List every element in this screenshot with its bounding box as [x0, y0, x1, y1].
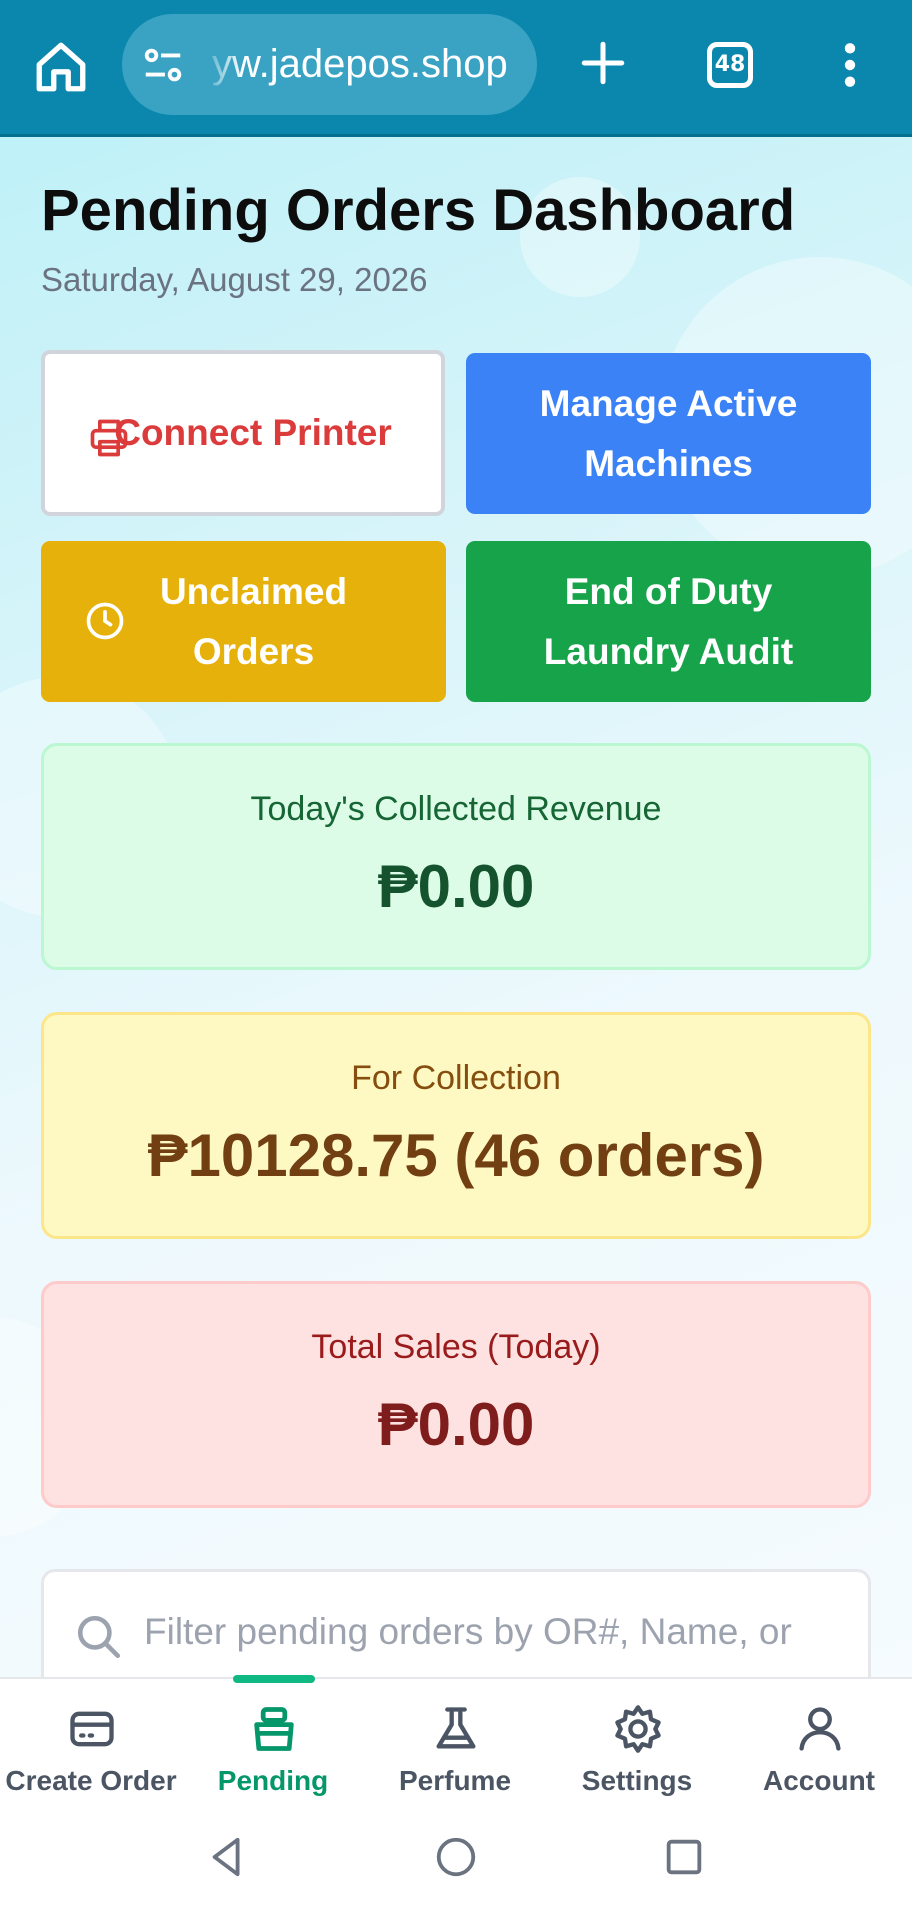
basket-icon	[254, 1707, 294, 1751]
nav-create-order-label: Create Order	[5, 1765, 177, 1796]
recents-icon[interactable]	[661, 1834, 707, 1880]
nav-create-order[interactable]: Create Order	[0, 1679, 182, 1804]
flask-icon	[436, 1707, 476, 1749]
nav-settings[interactable]: Settings	[546, 1679, 728, 1804]
page-content: Pending Orders Dashboard Saturday, Augus…	[0, 137, 912, 1677]
nav-settings-label: Settings	[581, 1765, 693, 1796]
nav-perfume-label: Perfume	[398, 1765, 512, 1796]
nav-perfume[interactable]: Perfume	[364, 1679, 546, 1804]
more-menu-icon[interactable]	[838, 40, 862, 90]
url-fade	[202, 14, 242, 115]
url-text: yw.jadepos.shop	[212, 42, 508, 86]
browser-toolbar: yw.jadepos.shop 48	[0, 0, 912, 137]
search-icon	[77, 1615, 121, 1659]
total-sales-value: ₱0.00	[377, 1391, 535, 1458]
page-date: Saturday, August 29, 2026	[41, 261, 428, 298]
clock-icon	[86, 602, 124, 640]
address-bar[interactable]: yw.jadepos.shop	[122, 14, 537, 115]
unclaimed-orders-button[interactable]: Unclaimed Orders	[41, 541, 446, 702]
manage-machines-label: Manage Active Machines	[539, 382, 798, 484]
search-box	[41, 1569, 871, 1677]
system-nav-bar	[0, 1802, 912, 1914]
collected-revenue-label: Today's Collected Revenue	[250, 790, 662, 828]
nav-pending[interactable]: Pending	[182, 1679, 364, 1804]
search-input[interactable]	[144, 1602, 854, 1662]
user-icon	[799, 1707, 841, 1751]
tab-switcher-button[interactable]: 48	[707, 42, 753, 88]
manage-machines-button[interactable]: Manage Active Machines	[466, 353, 871, 514]
total-sales-card: Total Sales (Today) ₱0.00	[41, 1281, 871, 1508]
site-settings-icon[interactable]	[140, 42, 186, 88]
home-circle-icon[interactable]	[433, 1834, 479, 1880]
for-collection-card: For Collection ₱10128.75 (46 orders)	[41, 1012, 871, 1239]
printer-icon	[90, 419, 128, 457]
end-of-duty-audit-button[interactable]: End of Duty Laundry Audit	[466, 541, 871, 702]
collected-revenue-value: ₱0.00	[377, 853, 535, 920]
bottom-nav: Create Order Pending Perfume Settings Ac…	[0, 1675, 912, 1804]
unclaimed-orders-label: Unclaimed Orders	[159, 570, 348, 672]
collected-revenue-card: Today's Collected Revenue ₱0.00	[41, 743, 871, 970]
page-title: Pending Orders Dashboard	[41, 178, 796, 243]
for-collection-label: For Collection	[351, 1059, 561, 1097]
gear-icon	[615, 1705, 661, 1753]
new-tab-icon[interactable]	[578, 38, 628, 88]
home-icon[interactable]	[32, 38, 90, 96]
card-icon	[70, 1711, 114, 1747]
nav-account[interactable]: Account	[728, 1679, 910, 1804]
end-of-duty-audit-label: End of Duty Laundry Audit	[543, 570, 794, 672]
for-collection-value: ₱10128.75 (46 orders)	[147, 1122, 765, 1189]
nav-account-label: Account	[763, 1765, 875, 1796]
connect-printer-button[interactable]: Connect Printer	[41, 350, 445, 516]
back-icon[interactable]	[205, 1834, 251, 1880]
nav-pending-label: Pending	[217, 1765, 329, 1796]
total-sales-label: Total Sales (Today)	[311, 1328, 601, 1366]
